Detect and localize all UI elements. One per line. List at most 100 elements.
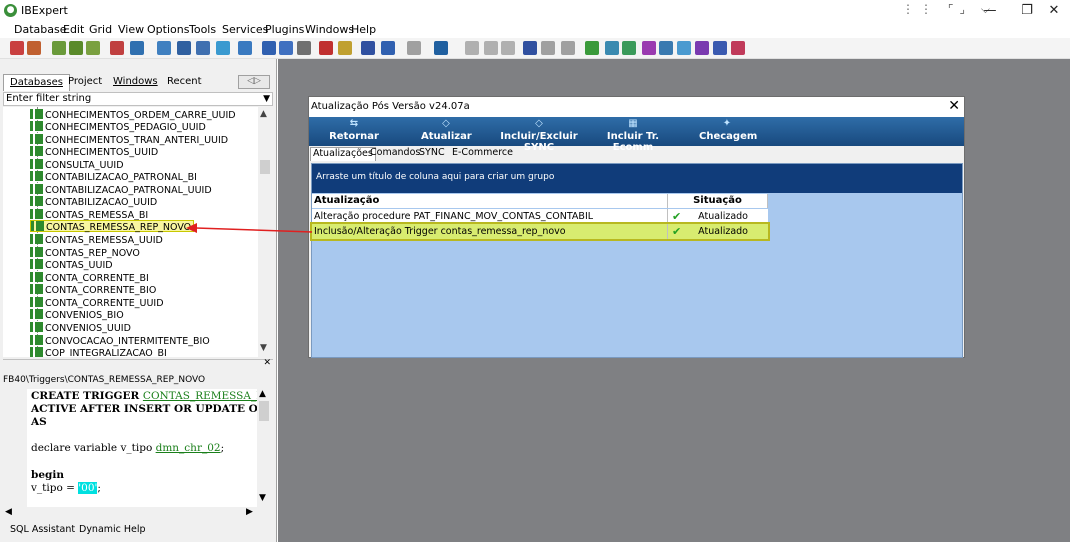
replace-icon[interactable] — [561, 41, 575, 55]
compare-icon[interactable] — [279, 41, 293, 55]
db-properties-icon[interactable] — [110, 41, 124, 55]
register-db-icon[interactable] — [10, 41, 24, 55]
scroll-up-icon[interactable]: ▲ — [260, 109, 267, 119]
tab-dynamic-help[interactable]: Dynamic Help — [79, 524, 146, 535]
domain-link[interactable]: dmn_chr_02 — [156, 442, 221, 454]
tree-item[interactable]: COP_INTEGRALIZACAO_BI — [30, 347, 167, 357]
tool-domain-icon[interactable] — [713, 41, 727, 55]
panel-splitter[interactable]: ✕ — [3, 358, 273, 368]
editor-hscrollbar[interactable]: ◀ ▶ — [3, 507, 271, 519]
sql-editor-icon[interactable] — [130, 41, 144, 55]
menu-database[interactable]: Database — [14, 23, 67, 36]
column-header-atualizacao[interactable]: Atualização — [312, 194, 668, 208]
copy-object-icon[interactable] — [196, 41, 210, 55]
tab-sync[interactable]: SYNC — [417, 147, 447, 161]
new-window-icon[interactable] — [407, 41, 421, 55]
tool-exception-icon[interactable] — [677, 41, 691, 55]
close-button[interactable]: ✕ — [1040, 1, 1068, 21]
menu-options[interactable]: Options — [147, 23, 189, 36]
tree-item[interactable]: CONHECIMENTOS_UUID — [30, 146, 158, 158]
scroll-right-icon[interactable]: ▶ — [246, 507, 253, 517]
tool-generator-icon[interactable] — [659, 41, 673, 55]
tree-item[interactable]: CONSULTA_UUID — [30, 159, 124, 171]
tool-procedure-icon[interactable] — [622, 41, 636, 55]
editor-scroll-up-icon[interactable]: ▲ — [259, 389, 266, 399]
dialog-close-icon[interactable]: ✕ — [948, 98, 960, 114]
grant-manager-icon[interactable] — [238, 41, 252, 55]
menu-edit[interactable]: Edit — [63, 23, 84, 36]
tab-atualizacoes[interactable]: Atualizações — [310, 147, 376, 161]
key-icon[interactable] — [338, 41, 352, 55]
find-icon[interactable] — [523, 41, 537, 55]
paste-icon[interactable] — [501, 41, 515, 55]
filter-dropdown-icon[interactable]: ▼ — [263, 93, 270, 105]
incluir-tr-ecomm-button[interactable]: ▦ Incluir Tr. Ecomm — [591, 117, 675, 153]
tree-item[interactable]: CONHECIMENTOS_PEDAGIO_UUID — [30, 121, 206, 133]
tool-table-icon[interactable] — [585, 41, 599, 55]
print-icon[interactable] — [297, 41, 311, 55]
tab-comandos[interactable]: Comandos — [368, 147, 422, 161]
tree-item[interactable]: CONTAS_REP_NOVO — [30, 247, 140, 259]
refresh-icon[interactable] — [216, 41, 230, 55]
tab-project[interactable]: Project — [62, 74, 108, 91]
table-row[interactable]: Alteração procedure PAT_FINANC_MOV_CONTA… — [312, 209, 768, 224]
tab-sql-assistant[interactable]: SQL Assistant — [10, 524, 75, 535]
script-executive-icon[interactable] — [177, 41, 191, 55]
tree-item[interactable]: CONHECIMENTOS_ORDEM_CARRE_UUID — [30, 109, 236, 121]
menu-grid[interactable]: Grid — [89, 23, 112, 36]
tool-trigger-icon[interactable] — [642, 41, 656, 55]
tree-item[interactable]: CONTA_CORRENTE_UUID — [30, 297, 164, 309]
tab-ecommerce[interactable]: E-Commerce — [450, 147, 515, 161]
find-next-icon[interactable] — [541, 41, 555, 55]
atualizar-button[interactable]: ◇ Atualizar — [421, 117, 472, 146]
tool-udf-icon[interactable] — [695, 41, 709, 55]
menu-view[interactable]: View — [118, 23, 144, 36]
cut-icon[interactable] — [465, 41, 479, 55]
tree-item[interactable]: CONVOCACAO_INTERMITENTE_BIO — [30, 335, 210, 347]
code-editor[interactable]: CREATE TRIGGER CONTAS_REMESSA_REP_NO ACT… — [27, 389, 257, 507]
tree-item[interactable]: CONTABILIZACAO_PATRONAL_UUID — [30, 184, 212, 196]
search-metadata-icon[interactable] — [262, 41, 276, 55]
panel-nav-icon[interactable]: ◁▷ — [238, 75, 270, 89]
reconnect-db-icon[interactable] — [86, 41, 100, 55]
tree-item[interactable]: CONTA_CORRENTE_BIO — [30, 284, 156, 296]
tree-item[interactable]: CONTAS_REMESSA_UUID — [30, 234, 163, 246]
filter-input[interactable]: Enter filter string ▼ — [3, 92, 273, 106]
tab-recent[interactable]: Recent — [161, 74, 208, 91]
blob-viewer-icon[interactable] — [381, 41, 395, 55]
menu-help[interactable]: Help — [351, 23, 376, 36]
tree-item[interactable]: CONTAS_UUID — [30, 259, 113, 271]
tab-windows[interactable]: Windows — [107, 74, 164, 91]
tree-item-selected[interactable]: CONTAS_REMESSA_REP_NOVO — [30, 220, 195, 233]
editor-scroll-thumb[interactable] — [259, 401, 269, 421]
tree-item[interactable]: CONVENIOS_UUID — [30, 322, 131, 334]
tree-item[interactable]: CONVENIOS_BIO — [30, 309, 124, 321]
user-manager-icon[interactable] — [319, 41, 333, 55]
retornar-button[interactable]: ⇆ Retornar — [329, 117, 379, 146]
trigger-name-link[interactable]: CONTAS_REMESSA_REP_NO — [143, 390, 257, 402]
menu-services[interactable]: Services — [222, 23, 268, 36]
editor-scrollbar[interactable]: ▲ ▼ — [257, 389, 271, 507]
tool-view-icon[interactable] — [605, 41, 619, 55]
disconnect-db-icon[interactable] — [69, 41, 83, 55]
scroll-down-icon[interactable]: ▼ — [260, 343, 267, 353]
tab-databases[interactable]: Databases — [3, 74, 70, 91]
save-icon[interactable] — [434, 41, 448, 55]
menu-windows[interactable]: Windows — [305, 23, 354, 36]
group-by-area[interactable]: Arraste um título de coluna aqui para cr… — [312, 164, 962, 193]
checagem-button[interactable]: ✦ Checagem — [699, 117, 757, 146]
tree-item[interactable]: CONTABILIZACAO_UUID — [30, 196, 157, 208]
menu-tools[interactable]: Tools — [189, 23, 216, 36]
tree-scrollbar[interactable]: ▲ ▼ — [258, 107, 272, 357]
tree-item[interactable]: CONHECIMENTOS_TRAN_ANTERI_UUID — [30, 134, 228, 146]
incluir-excluir-sync-button[interactable]: ◇ Incluir/Excluir SYNC — [492, 117, 586, 153]
new-sql-icon[interactable] — [157, 41, 171, 55]
unregister-db-icon[interactable] — [27, 41, 41, 55]
window-list-icon[interactable] — [361, 41, 375, 55]
tool-role-icon[interactable] — [731, 41, 745, 55]
column-header-situacao[interactable]: Situação — [668, 194, 768, 208]
minimize-button[interactable]: — — [970, 1, 1010, 21]
close-panel-icon[interactable]: ✕ — [263, 358, 271, 368]
scroll-left-icon[interactable]: ◀ — [5, 507, 12, 517]
copy-icon[interactable] — [484, 41, 498, 55]
